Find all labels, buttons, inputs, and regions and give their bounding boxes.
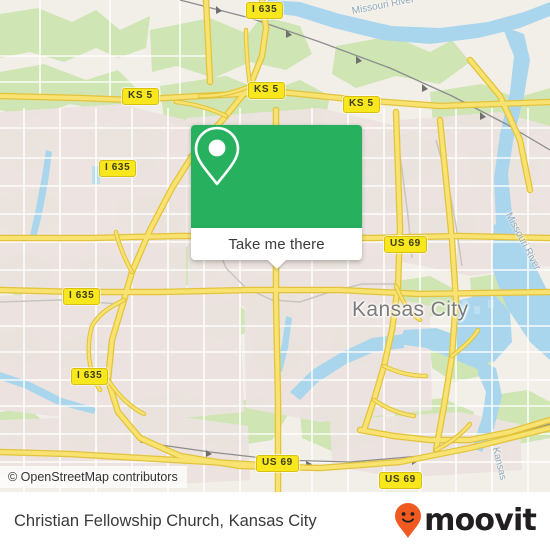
- footer-bar: Christian Fellowship Church, Kansas City…: [0, 492, 550, 550]
- callout-icon-panel: [191, 125, 362, 228]
- road-shield[interactable]: I 635: [246, 2, 284, 19]
- take-me-there-label: Take me there: [228, 235, 325, 253]
- road-shield[interactable]: US 69: [379, 472, 422, 489]
- road-shield[interactable]: KS 5: [343, 96, 380, 113]
- road-shield[interactable]: US 69: [256, 455, 299, 472]
- road-shield[interactable]: I 635: [63, 288, 101, 305]
- map-callout[interactable]: Take me there: [191, 125, 362, 269]
- road-shield[interactable]: KS 5: [122, 88, 159, 105]
- road-shield[interactable]: I 635: [71, 368, 109, 385]
- road-shield[interactable]: US 69: [384, 236, 427, 253]
- osm-attribution[interactable]: © OpenStreetMap contributors: [0, 466, 187, 488]
- map-screenshot: Kansas City Missouri River Missouri Rive…: [0, 0, 550, 550]
- map-canvas[interactable]: Kansas City Missouri River Missouri Rive…: [0, 0, 550, 492]
- take-me-there-button[interactable]: Take me there: [191, 228, 362, 269]
- map-pin-icon: [194, 126, 240, 186]
- moovit-smiley-pin-icon: [395, 503, 422, 538]
- moovit-wordmark: moovit: [424, 503, 537, 538]
- moovit-logo[interactable]: moovit: [393, 501, 537, 541]
- place-title: Christian Fellowship Church, Kansas City: [14, 511, 317, 530]
- road-shield[interactable]: I 635: [99, 160, 137, 177]
- road-shield[interactable]: KS 5: [248, 82, 285, 99]
- callout-pointer: [267, 260, 286, 269]
